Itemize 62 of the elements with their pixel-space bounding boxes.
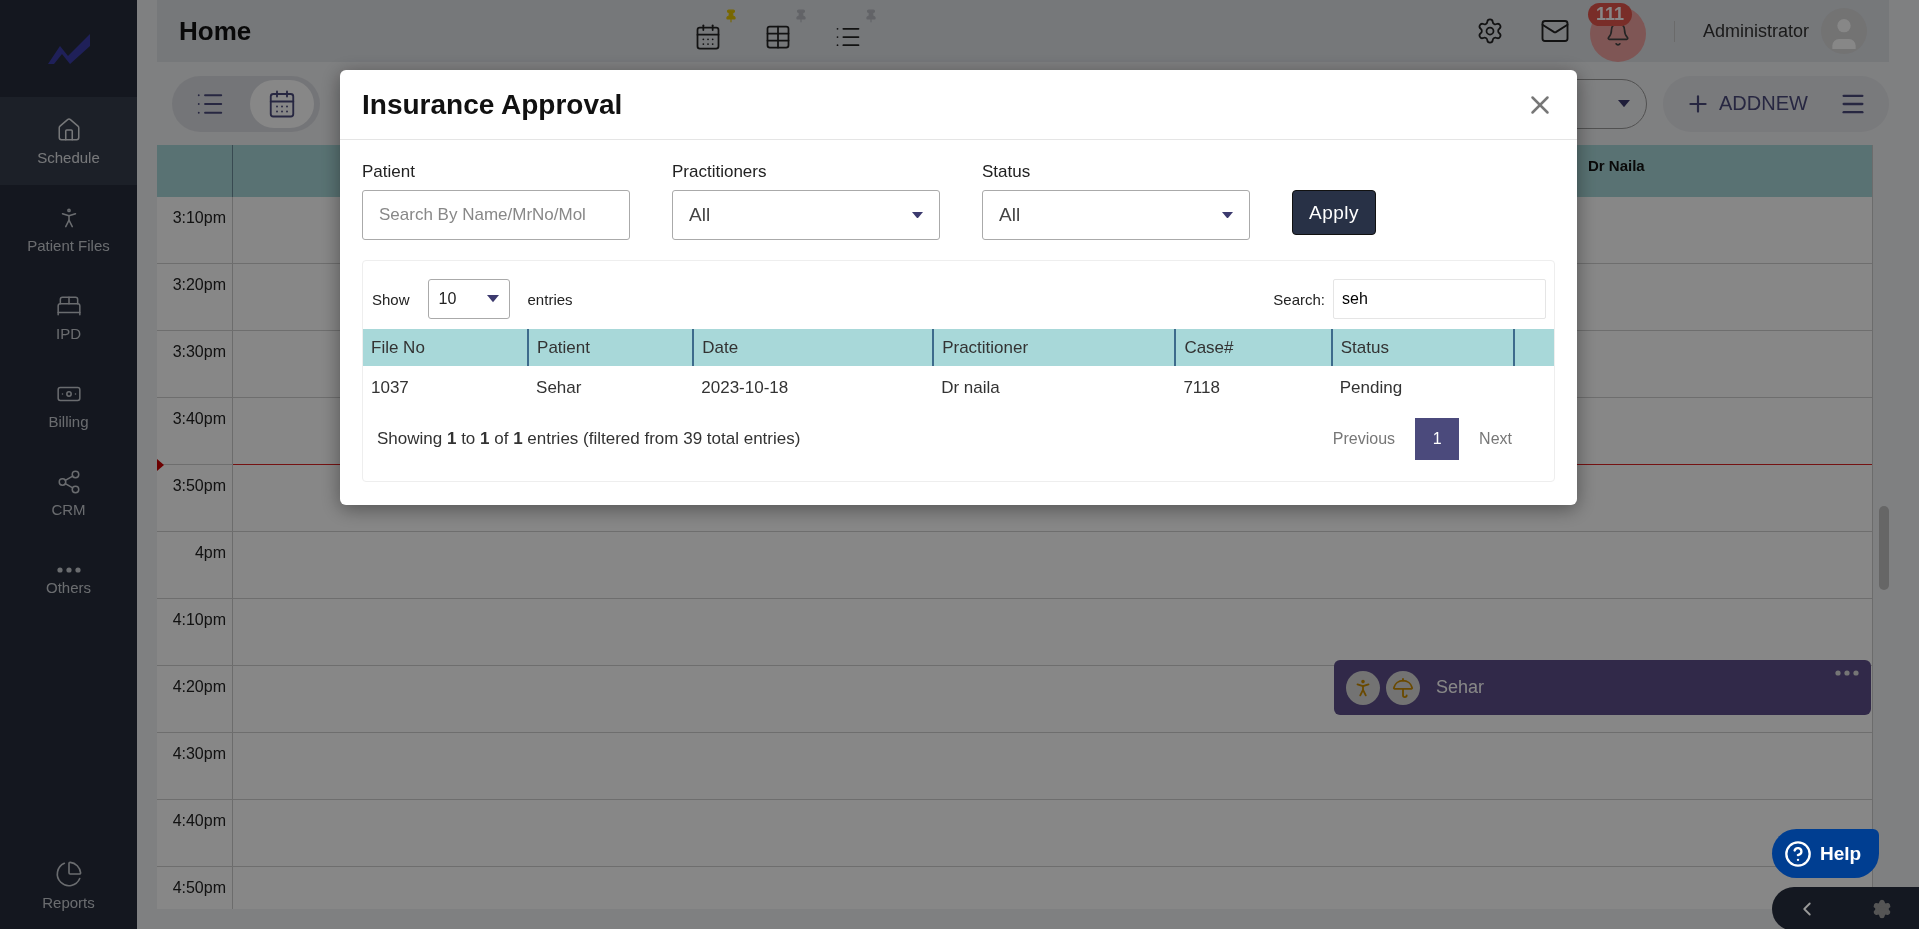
column-header[interactable]: Case# [1175,329,1332,366]
previous-link[interactable]: Previous [1316,420,1412,458]
status-select[interactable]: All [982,190,1250,240]
table-cell: Sehar [528,366,694,410]
time-label: 3:10pm [157,197,233,263]
more-icon[interactable] [1835,670,1859,676]
field-label: Status [982,162,1032,182]
umbrella-icon [1386,670,1420,705]
column-header[interactable]: File No [363,329,529,366]
time-label: 4:20pm [157,666,233,732]
table-cell: Dr naila [933,366,1176,410]
notification-badge: 111 [1587,3,1632,26]
apply-button[interactable]: Apply [1292,190,1377,235]
help-icon [1784,839,1812,868]
time-label: 4:30pm [157,733,233,799]
help-button[interactable]: Help [1772,829,1879,878]
field-label: Patient [362,162,416,182]
next-link[interactable]: Next [1463,420,1528,458]
column-header[interactable]: Practitioner [933,329,1176,366]
practitioners-select[interactable]: All [672,190,940,240]
more-icon [56,566,81,573]
caret-icon [1618,99,1630,108]
table-search-field[interactable]: seh [1333,279,1546,319]
page-title: Home [179,15,252,47]
calendar-icon [267,88,297,119]
time-label: 3:30pm [157,331,233,397]
page-button[interactable]: 1 [1415,418,1460,460]
view-toggle-button[interactable] [250,79,314,128]
caret-icon [486,295,499,303]
table-cell: 1037 [363,366,529,410]
current-time-marker [157,459,164,471]
column-header[interactable]: Patient [528,329,694,366]
patient-search-field[interactable]: Search By Name/MrNo/Mol [362,190,630,240]
time-label: 4:10pm [157,599,233,665]
sidebar-item[interactable]: Schedule [0,97,137,185]
pie-chart-icon [54,859,83,888]
column-header: Dr Naila [1587,156,1646,176]
column-header[interactable]: Status [1331,329,1515,366]
table-cell: 2023-10-18 [693,366,934,410]
user-name[interactable]: Administrator [1673,20,1809,42]
caret-icon [1222,211,1233,219]
field-label: Practitioners [672,162,768,182]
settings-icon[interactable] [1872,899,1892,919]
caret-icon [912,211,923,219]
show-label: Show [372,290,410,308]
appointment-patient: Sehar [1436,677,1485,698]
dialog-title: Insurance Approval [362,88,623,121]
time-label: 4:50pm [157,867,233,909]
table-cell: 7118 [1175,366,1332,410]
time-label: 3:50pm [157,465,233,531]
entries-label: entries [527,290,573,308]
page-size-select[interactable]: 10 [427,279,510,319]
scrollbar-thumb[interactable] [1879,506,1889,590]
home-icon [55,116,82,143]
column-header[interactable]: Date [693,329,934,366]
time-label: 4pm [157,532,233,598]
table-info: Showing 1 to 1 of 1 entries (filtered from 39 total entries) [377,429,801,449]
time-label: 4:40pm [157,800,233,866]
appointment-card[interactable]: Sehar [1334,660,1871,715]
table-cell: Pending [1331,366,1515,410]
search-label: Search: [1273,290,1325,308]
time-label: 3:20pm [157,264,233,330]
